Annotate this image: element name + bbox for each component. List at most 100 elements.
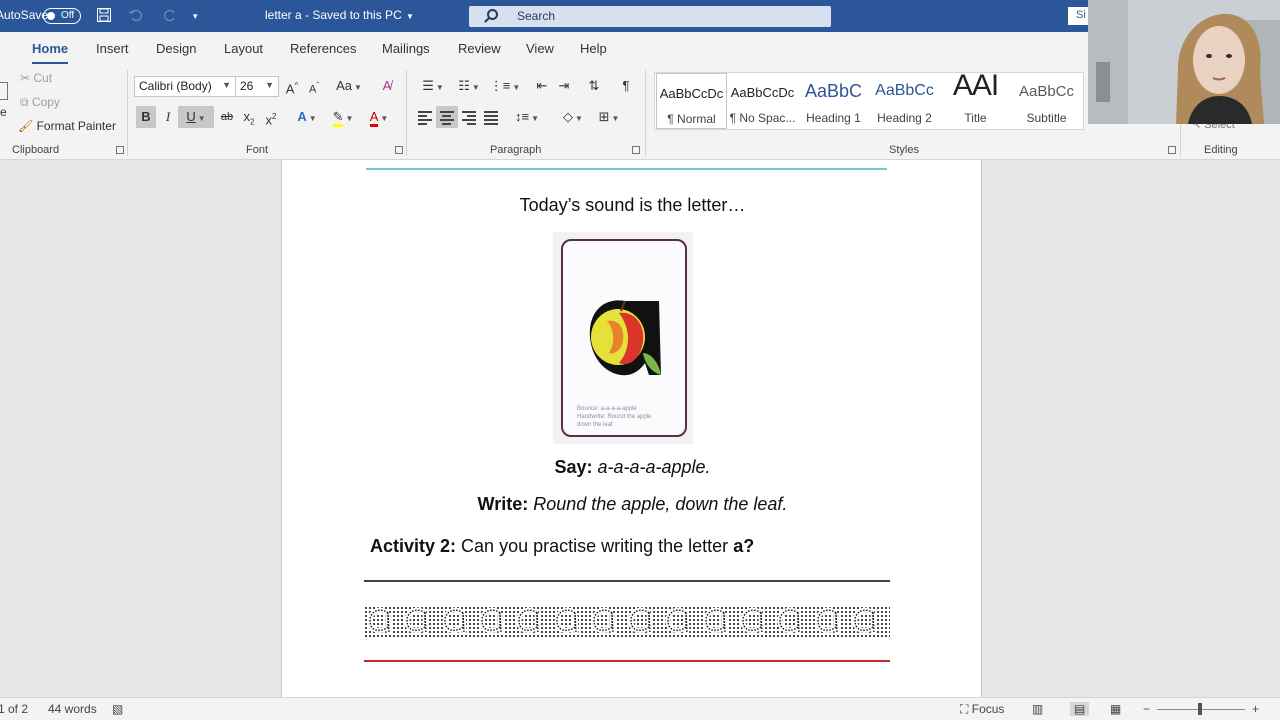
tab-layout[interactable]: Layout bbox=[224, 41, 263, 56]
change-case-button[interactable]: Aa ▼ bbox=[334, 75, 364, 97]
search-box[interactable]: Search bbox=[469, 6, 831, 27]
clipboard-launcher[interactable] bbox=[116, 146, 124, 154]
align-left-button[interactable] bbox=[418, 111, 432, 125]
style-preview: AaBbCcDc bbox=[730, 85, 795, 100]
tab-references[interactable]: References bbox=[290, 41, 356, 56]
document-page[interactable]: Today’s sound is the letter… Bounce: a-a… bbox=[281, 160, 982, 697]
print-layout-icon[interactable]: ▤ bbox=[1070, 702, 1090, 716]
header-rule bbox=[366, 168, 887, 170]
zoom-in-button[interactable]: + bbox=[1252, 702, 1259, 716]
multilevel-list-button[interactable]: ⋮≡ ▼ bbox=[488, 75, 522, 97]
clipboard-group-label: Clipboard bbox=[12, 144, 60, 156]
styles-gallery: AaBbCcDc ¶ Normal AaBbCcDc ¶ No Spac... … bbox=[654, 69, 1084, 130]
web-layout-icon[interactable]: ▦ bbox=[1110, 702, 1121, 716]
font-size-select[interactable]: 26 ▼ bbox=[235, 76, 279, 97]
style-name: Title bbox=[964, 111, 987, 125]
letter-card-image[interactable]: Bounce: a-a-a-a-apple Handwrite: Round t… bbox=[561, 239, 687, 437]
style-heading-1[interactable]: AaBbC Heading 1 bbox=[798, 73, 869, 129]
underline-icon: U bbox=[186, 109, 196, 124]
bold-button[interactable]: B bbox=[136, 106, 156, 128]
title-dropdown-icon[interactable]: ▼ bbox=[406, 12, 414, 21]
numbering-button[interactable]: ☷ ▼ bbox=[452, 75, 486, 97]
zoom-slider-thumb[interactable] bbox=[1198, 703, 1202, 715]
tab-home[interactable]: Home bbox=[32, 41, 69, 64]
page-count[interactable]: 1 of 2 bbox=[0, 702, 28, 716]
autosave-label: AutoSave bbox=[0, 8, 49, 22]
style-preview: AaBbC bbox=[804, 81, 863, 101]
apple-letter-icon bbox=[589, 300, 661, 376]
separator bbox=[127, 70, 128, 156]
focus-button[interactable]: ⛶ Focus bbox=[960, 702, 1004, 717]
paste-button[interactable]: e bbox=[0, 105, 7, 119]
tab-help[interactable]: Help bbox=[580, 41, 607, 56]
activity-label: Activity 2: bbox=[370, 536, 457, 556]
font-color-icon: A bbox=[369, 109, 379, 127]
subscript-button[interactable]: x2 bbox=[240, 106, 258, 128]
customize-qat-icon[interactable]: ▾ bbox=[193, 11, 198, 22]
paragraph-launcher[interactable] bbox=[632, 146, 640, 154]
style-no-spacing[interactable]: AaBbCcDc ¶ No Spac... bbox=[727, 73, 798, 129]
zoom-out-button[interactable]: − bbox=[1143, 702, 1150, 716]
card-caption-line: Bounce: a-a-a-a-apple bbox=[577, 406, 637, 412]
font-group-label: Font bbox=[246, 144, 269, 156]
tab-design[interactable]: Design bbox=[156, 41, 196, 56]
autosave-toggle[interactable]: Off bbox=[43, 8, 81, 24]
undo-icon[interactable] bbox=[128, 7, 144, 26]
proofing-icon[interactable]: ▧ bbox=[112, 702, 123, 716]
shading-button[interactable]: ◇ ▼ bbox=[556, 106, 590, 128]
decrease-indent-button[interactable]: ⇤ bbox=[532, 75, 552, 97]
word-count[interactable]: 44 words bbox=[48, 702, 97, 716]
text-effects-button[interactable]: A ▼ bbox=[290, 106, 324, 128]
style-preview: AaBbCcDc bbox=[659, 86, 724, 101]
italic-button[interactable]: I bbox=[158, 106, 178, 128]
save-icon[interactable] bbox=[96, 7, 112, 26]
style-heading-2[interactable]: AaBbCc Heading 2 bbox=[869, 73, 940, 129]
tab-review[interactable]: Review bbox=[458, 41, 501, 56]
underline-button[interactable]: U ▼ bbox=[178, 106, 214, 128]
cut-button[interactable]: ✂ Cut bbox=[20, 71, 52, 85]
tracing-letter bbox=[740, 607, 765, 634]
strikethrough-button[interactable]: ab bbox=[216, 106, 238, 128]
style-name: Heading 1 bbox=[806, 111, 861, 125]
webcam-overlay bbox=[1088, 0, 1280, 124]
clear-formatting-button[interactable]: A̸ bbox=[378, 75, 396, 97]
font-color-button[interactable]: A ▼ bbox=[362, 106, 396, 128]
superscript-button[interactable]: x2 bbox=[262, 106, 280, 128]
say-label: Say: bbox=[554, 457, 593, 477]
separator bbox=[406, 70, 407, 156]
document-canvas[interactable]: Today’s sound is the letter… Bounce: a-a… bbox=[0, 160, 1280, 697]
tracing-letter bbox=[479, 607, 504, 634]
style-title[interactable]: AAI Title bbox=[940, 69, 1011, 129]
bullets-button[interactable]: ☰ ▼ bbox=[416, 75, 450, 97]
text-effects-icon: A bbox=[297, 109, 307, 124]
style-subtitle[interactable]: AaBbCc Subtitle bbox=[1011, 73, 1082, 129]
align-right-button[interactable] bbox=[462, 111, 476, 125]
grow-font-button[interactable]: A^ bbox=[283, 75, 301, 97]
justify-button[interactable] bbox=[484, 111, 498, 125]
style-preview: AaBbCc bbox=[875, 82, 934, 99]
tab-mailings[interactable]: Mailings bbox=[382, 41, 430, 56]
styles-launcher[interactable] bbox=[1168, 146, 1176, 154]
activity-letter: a? bbox=[733, 536, 755, 556]
redo-icon[interactable] bbox=[162, 7, 178, 26]
show-formatting-button[interactable]: ¶ bbox=[616, 75, 636, 97]
font-family-select[interactable]: Calibri (Body) ▼ bbox=[134, 76, 236, 97]
read-mode-icon[interactable]: ▥ bbox=[1032, 702, 1043, 716]
sort-button[interactable]: ⇅ bbox=[584, 75, 604, 97]
paragraph-group-label: Paragraph bbox=[490, 144, 542, 156]
copy-button[interactable]: ⧉ Copy bbox=[20, 95, 60, 110]
tracing-letter bbox=[665, 607, 690, 634]
format-painter-button[interactable]: 🖌 Format Painter bbox=[18, 119, 116, 133]
shrink-font-button[interactable]: Aˇ bbox=[305, 75, 323, 97]
font-launcher[interactable] bbox=[395, 146, 403, 154]
presenter-video bbox=[1088, 0, 1280, 124]
style-normal[interactable]: AaBbCcDc ¶ Normal bbox=[656, 73, 727, 129]
increase-indent-button[interactable]: ⇥ bbox=[554, 75, 574, 97]
tab-view[interactable]: View bbox=[526, 41, 554, 56]
highlight-button[interactable]: ✎ ▼ bbox=[326, 106, 360, 128]
line-spacing-button[interactable]: ↕≡ ▼ bbox=[510, 106, 544, 128]
letter-tracing-row bbox=[364, 606, 890, 638]
align-center-icon bbox=[440, 111, 454, 125]
borders-button[interactable]: ⊞ ▼ bbox=[592, 106, 626, 128]
tab-insert[interactable]: Insert bbox=[96, 41, 129, 56]
